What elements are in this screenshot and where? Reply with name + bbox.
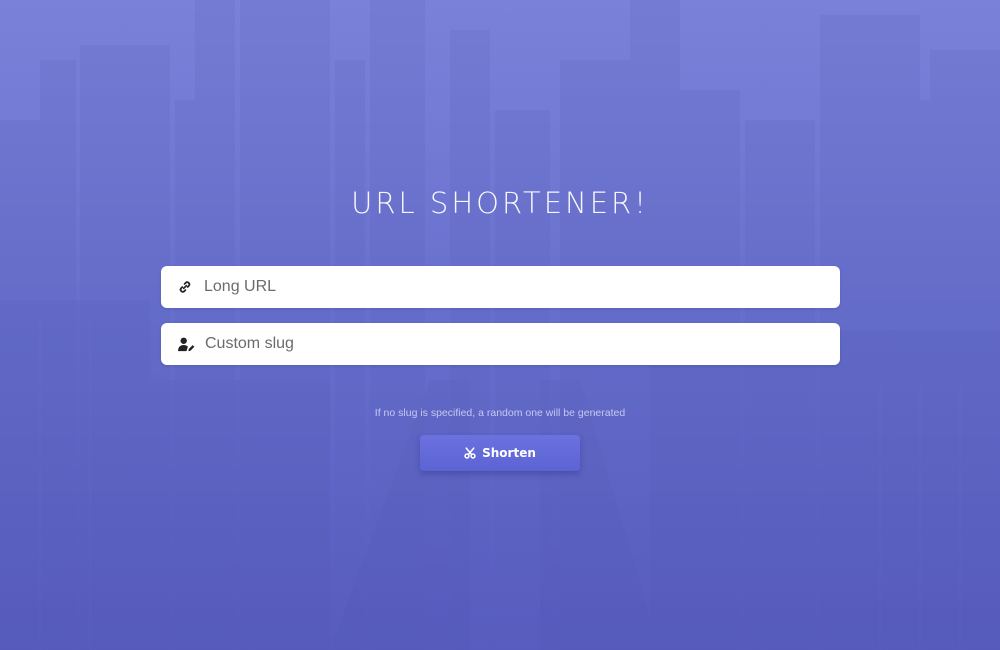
page-title: URL SHORTENER! bbox=[351, 186, 649, 220]
long-url-input[interactable] bbox=[204, 268, 824, 306]
custom-slug-input[interactable] bbox=[205, 325, 825, 363]
shorten-button-label: Shorten bbox=[482, 446, 536, 460]
link-icon bbox=[176, 278, 194, 296]
scissors-icon bbox=[464, 447, 476, 459]
user-edit-icon bbox=[177, 335, 195, 353]
main-content: URL SHORTENER! If no slug is specified, … bbox=[0, 0, 1000, 650]
custom-slug-field[interactable] bbox=[161, 323, 840, 365]
slug-hint-text: If no slug is specified, a random one wi… bbox=[374, 407, 626, 419]
shorten-button[interactable]: Shorten bbox=[420, 435, 580, 471]
long-url-field[interactable] bbox=[161, 266, 840, 308]
